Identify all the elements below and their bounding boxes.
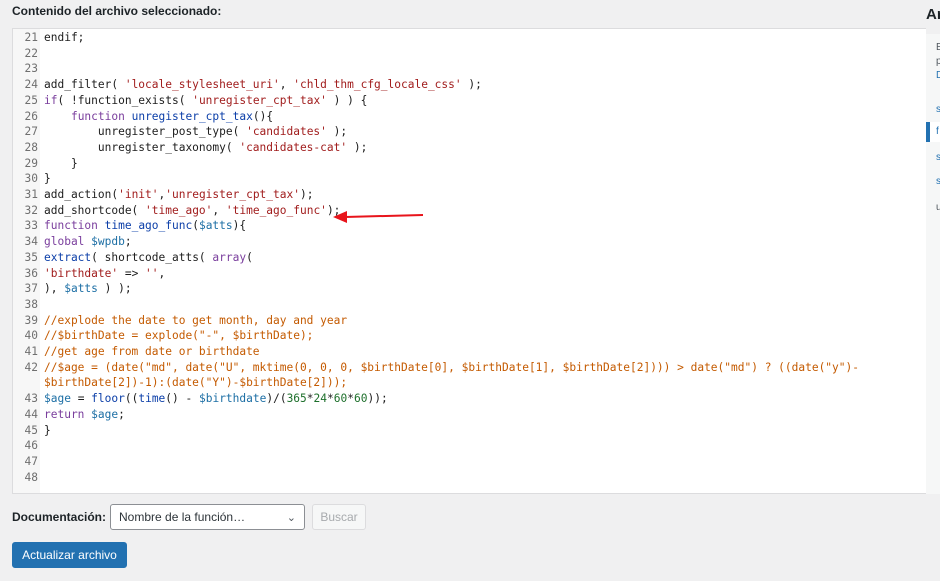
code-text: extract( shortcode_atts( array(	[44, 250, 253, 264]
documentation-label: Documentación:	[12, 510, 107, 524]
code-editor[interactable]: 21 endif; 22 23 24 add_filter( 'locale_styles…	[12, 28, 926, 494]
line-number: 26	[24, 109, 38, 123]
line-number: 44	[24, 407, 38, 421]
documentation-row: Documentación: Nombre de la función… ⌄ B…	[12, 504, 367, 530]
code-text: add_shortcode( 'time_ago', 'time_ago_fun…	[44, 203, 341, 217]
red-arrow-annotation	[333, 211, 424, 223]
line-number: 27	[24, 125, 38, 139]
line-number: 39	[24, 313, 38, 327]
line-number: 28	[24, 140, 38, 154]
side-file-link[interactable]: s	[936, 152, 940, 163]
code-text: function unregister_cpt_tax(){	[70, 109, 274, 123]
code-text: $age = floor((time() - $birthdate)/(365*…	[44, 392, 388, 406]
side-file-link[interactable]: s	[936, 176, 940, 187]
side-text-stub: u	[936, 202, 940, 213]
code-text: ), $atts ) );	[44, 282, 132, 296]
side-file-link-active[interactable]: f	[936, 126, 939, 137]
line-number: 48	[24, 470, 38, 484]
file-content-heading: Contenido del archivo seleccionado:	[12, 4, 222, 18]
line-number: 46	[24, 439, 38, 453]
code-text: 'birthdate' => '',	[44, 266, 166, 280]
line-number: 36	[24, 266, 38, 280]
line-number: 33	[24, 219, 38, 233]
code-text: unregister_post_type( 'candidates' );	[44, 125, 348, 139]
line-number: 34	[24, 235, 38, 249]
code-text: }	[44, 156, 78, 170]
line-number: 25	[24, 93, 38, 107]
line-number: 40	[24, 329, 38, 343]
line-number: 35	[24, 250, 38, 264]
select-value: Nombre de la función…	[119, 510, 246, 524]
code-text: add_filter( 'locale_stylesheet_uri', 'ch…	[44, 78, 482, 92]
code-text: if( !function_exists( 'unregister_cpt_ta…	[44, 93, 368, 107]
line-number: 23	[24, 62, 38, 76]
search-button[interactable]: Buscar	[312, 504, 367, 530]
line-number: 22	[24, 46, 38, 60]
side-panel-title: Ar	[926, 6, 940, 23]
code-text: }	[44, 172, 51, 186]
line-number: 47	[24, 454, 38, 468]
line-number: 42	[24, 360, 38, 374]
code-text: return $age;	[44, 407, 125, 421]
side-text-stub: E	[936, 42, 940, 53]
line-number: 43	[24, 392, 38, 406]
line-number: 30	[24, 172, 38, 186]
code-text: }	[44, 423, 51, 437]
code-text: global $wpdb;	[44, 235, 132, 249]
line-number: 38	[24, 297, 38, 311]
code-text: add_action('init','unregister_cpt_tax');	[44, 188, 314, 201]
side-text-stub: p	[936, 56, 940, 67]
code-text: //explode the date to get month, day and…	[44, 313, 348, 327]
line-number: 41	[24, 345, 38, 358]
code-text: $birthDate[2])-1):(date("Y")-$birthDate[…	[44, 376, 348, 390]
code-text: endif;	[44, 31, 85, 44]
chevron-down-icon: ⌄	[286, 511, 297, 524]
code-text: function time_ago_func($atts){	[44, 219, 247, 233]
line-number: 29	[24, 156, 38, 170]
code-text: //$age = (date("md", date("U", mktime(0,…	[44, 360, 859, 374]
line-number: 37	[24, 282, 38, 296]
line-number: 31	[24, 188, 38, 201]
function-name-select[interactable]: Nombre de la función… ⌄	[110, 504, 306, 530]
theme-files-panel: E p D s f s s u	[926, 34, 940, 494]
line-number: 24	[24, 78, 38, 92]
active-file-indicator	[926, 122, 930, 142]
code-text: unregister_taxonomy( 'candidates-cat' );	[44, 140, 368, 154]
line-number: 45	[24, 423, 38, 437]
update-file-button[interactable]: Actualizar archivo	[12, 542, 127, 568]
side-file-link[interactable]: s	[936, 104, 940, 115]
side-link-stub[interactable]: D	[936, 70, 940, 81]
line-number: 21	[24, 31, 38, 44]
code-text: //get age from date or birthdate	[44, 345, 260, 358]
line-number: 32	[24, 203, 38, 217]
code-text: //$birthDate = explode("-", $birthDate);	[44, 329, 314, 343]
